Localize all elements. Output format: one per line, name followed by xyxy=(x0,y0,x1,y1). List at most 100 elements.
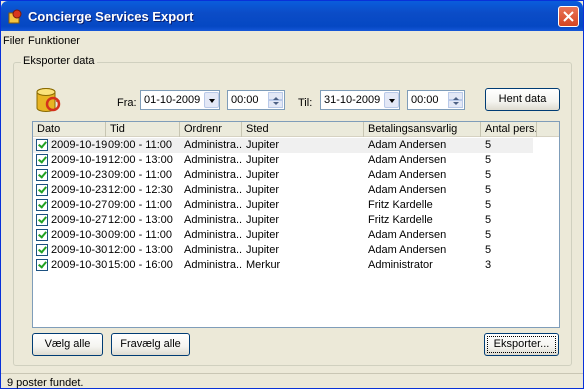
table-cell: Administra... xyxy=(184,154,242,166)
to-time-spinner[interactable] xyxy=(448,92,463,108)
col-header-dato[interactable]: Dato xyxy=(33,122,106,137)
row-checkbox[interactable] xyxy=(36,184,48,196)
spin-up-icon[interactable] xyxy=(448,92,463,100)
table-cell: 2009-10-27 xyxy=(51,199,107,211)
table-cell: Fritz Kardelle xyxy=(368,199,433,211)
table-cell: 5 xyxy=(485,244,492,256)
table-cell: Jupiter xyxy=(246,199,280,211)
col-header-sted[interactable]: Sted xyxy=(242,122,364,137)
row-checkbox[interactable] xyxy=(36,214,48,226)
orders-table[interactable]: Dato Tid Ordrenr Sted Betalingsansvarlig… xyxy=(32,121,560,328)
table-row[interactable]: 2009-10-30 12:00 - 13:00 Administra... Jupi… xyxy=(33,243,559,258)
table-cell: 09:00 - 11:00 xyxy=(108,139,173,151)
row-checkbox[interactable] xyxy=(36,169,48,181)
table-cell: Jupiter xyxy=(246,244,280,256)
table-row[interactable]: 2009-10-19 09:00 - 11:00 Administra... Jupi… xyxy=(33,138,533,153)
table-cell: 2009-10-19 xyxy=(51,139,107,151)
table-row[interactable]: 2009-10-30 15:00 - 16:00 Administra... Merk… xyxy=(33,258,559,273)
table-cell: Jupiter xyxy=(246,169,280,181)
table-cell: 5 xyxy=(485,214,492,226)
table-cell: 2009-10-19 xyxy=(51,154,107,166)
fetch-data-button[interactable]: Hent data xyxy=(485,88,560,111)
table-row[interactable]: 2009-10-27 09:00 - 11:00 Administra... Jupi… xyxy=(33,198,559,213)
table-cell: Administra... xyxy=(184,199,242,211)
table-cell: Adam Andersen xyxy=(368,229,447,241)
to-date-dropdown-icon[interactable] xyxy=(384,92,399,108)
menu-funktioner[interactable]: Funktioner xyxy=(28,35,80,47)
to-date-value: 31-10-2009 xyxy=(324,94,381,106)
database-export-icon xyxy=(36,88,61,112)
row-checkbox[interactable] xyxy=(36,199,48,211)
spin-up-icon[interactable] xyxy=(268,92,283,100)
status-text: 9 poster fundet. xyxy=(7,377,84,389)
select-all-label: Vælg alle xyxy=(44,338,91,350)
table-row[interactable]: 2009-10-19 12:00 - 13:00 Administra... Jupi… xyxy=(33,153,559,168)
export-button[interactable]: Eksporter... xyxy=(484,333,559,356)
table-cell: Adam Andersen xyxy=(368,154,447,166)
title-bar[interactable]: Concierge Services Export xyxy=(1,1,583,31)
spin-down-icon[interactable] xyxy=(448,100,463,108)
table-cell: 5 xyxy=(485,169,492,181)
status-bar: 9 poster fundet. xyxy=(1,373,583,389)
table-row[interactable]: 2009-10-27 12:00 - 13:00 Administra... Jupi… xyxy=(33,213,559,228)
table-cell: Jupiter xyxy=(246,214,280,226)
table-cell: Administra... xyxy=(184,139,242,151)
table-cell: Administra... xyxy=(184,259,242,271)
table-cell: 12:00 - 13:00 xyxy=(108,214,173,226)
table-cell: Administrator xyxy=(368,259,433,271)
from-label: Fra: xyxy=(117,97,137,109)
table-cell: 5 xyxy=(485,229,492,241)
table-cell: Jupiter xyxy=(246,229,280,241)
table-cell: 15:00 - 16:00 xyxy=(108,259,173,271)
col-header-tid[interactable]: Tid xyxy=(106,122,180,137)
table-cell: Merkur xyxy=(246,259,281,271)
table-cell: 5 xyxy=(485,199,492,211)
main-window: Concierge Services Export Filer Funktion… xyxy=(0,0,584,389)
close-button[interactable] xyxy=(558,6,579,27)
table-cell: 12:00 - 13:00 xyxy=(108,244,173,256)
table-cell: Administra... xyxy=(184,214,242,226)
table-cell: Jupiter xyxy=(246,139,280,151)
select-all-button[interactable]: Vælg alle xyxy=(32,333,103,356)
row-checkbox[interactable] xyxy=(36,139,48,151)
table-cell: Adam Andersen xyxy=(368,169,447,181)
table-cell: 2009-10-23 xyxy=(51,169,107,181)
from-time-value: 00:00 xyxy=(231,94,259,106)
col-header-ordrenr[interactable]: Ordrenr xyxy=(180,122,242,137)
app-icon xyxy=(8,9,22,24)
from-date-value: 01-10-2009 xyxy=(144,94,201,106)
to-label: Til: xyxy=(298,97,313,109)
table-cell: 09:00 - 11:00 xyxy=(108,169,173,181)
table-row[interactable]: 2009-10-23 12:00 - 12:30 Administra... Jupi… xyxy=(33,183,559,198)
menu-filer[interactable]: Filer xyxy=(3,35,24,47)
col-header-betalingsansvarlig[interactable]: Betalingsansvarlig xyxy=(364,122,481,137)
spin-down-icon[interactable] xyxy=(268,100,283,108)
row-checkbox[interactable] xyxy=(36,244,48,256)
table-cell: Administra... xyxy=(184,184,242,196)
table-header: Dato Tid Ordrenr Sted Betalingsansvarlig… xyxy=(33,122,559,137)
table-cell: 09:00 - 11:00 xyxy=(108,229,173,241)
table-cell: Jupiter xyxy=(246,184,280,196)
table-cell: Administra... xyxy=(184,169,242,181)
table-cell: 5 xyxy=(485,139,492,151)
col-header-antal[interactable]: Antal pers. xyxy=(481,122,537,137)
table-row[interactable]: 2009-10-30 09:00 - 11:00 Administra... Jupi… xyxy=(33,228,559,243)
from-time-spinner[interactable] xyxy=(268,92,283,108)
table-row[interactable]: 2009-10-23 09:00 - 11:00 Administra... Jupi… xyxy=(33,168,559,183)
table-cell: Administra... xyxy=(184,229,242,241)
table-cell: Fritz Kardelle xyxy=(368,214,433,226)
row-checkbox[interactable] xyxy=(36,154,48,166)
table-cell: 12:00 - 13:00 xyxy=(108,154,173,166)
menu-bar: Filer Funktioner xyxy=(1,32,583,49)
table-cell: Jupiter xyxy=(246,154,280,166)
close-icon xyxy=(563,11,574,22)
deselect-all-button[interactable]: Fravælg alle xyxy=(111,333,190,356)
table-cell: 12:00 - 12:30 xyxy=(108,184,173,196)
table-cell: 2009-10-23 xyxy=(51,184,107,196)
row-checkbox[interactable] xyxy=(36,259,48,271)
from-date-dropdown-icon[interactable] xyxy=(204,92,219,108)
table-cell: 09:00 - 11:00 xyxy=(108,199,173,211)
group-label: Eksporter data xyxy=(21,55,97,67)
row-checkbox[interactable] xyxy=(36,229,48,241)
to-time-value: 00:00 xyxy=(411,94,439,106)
